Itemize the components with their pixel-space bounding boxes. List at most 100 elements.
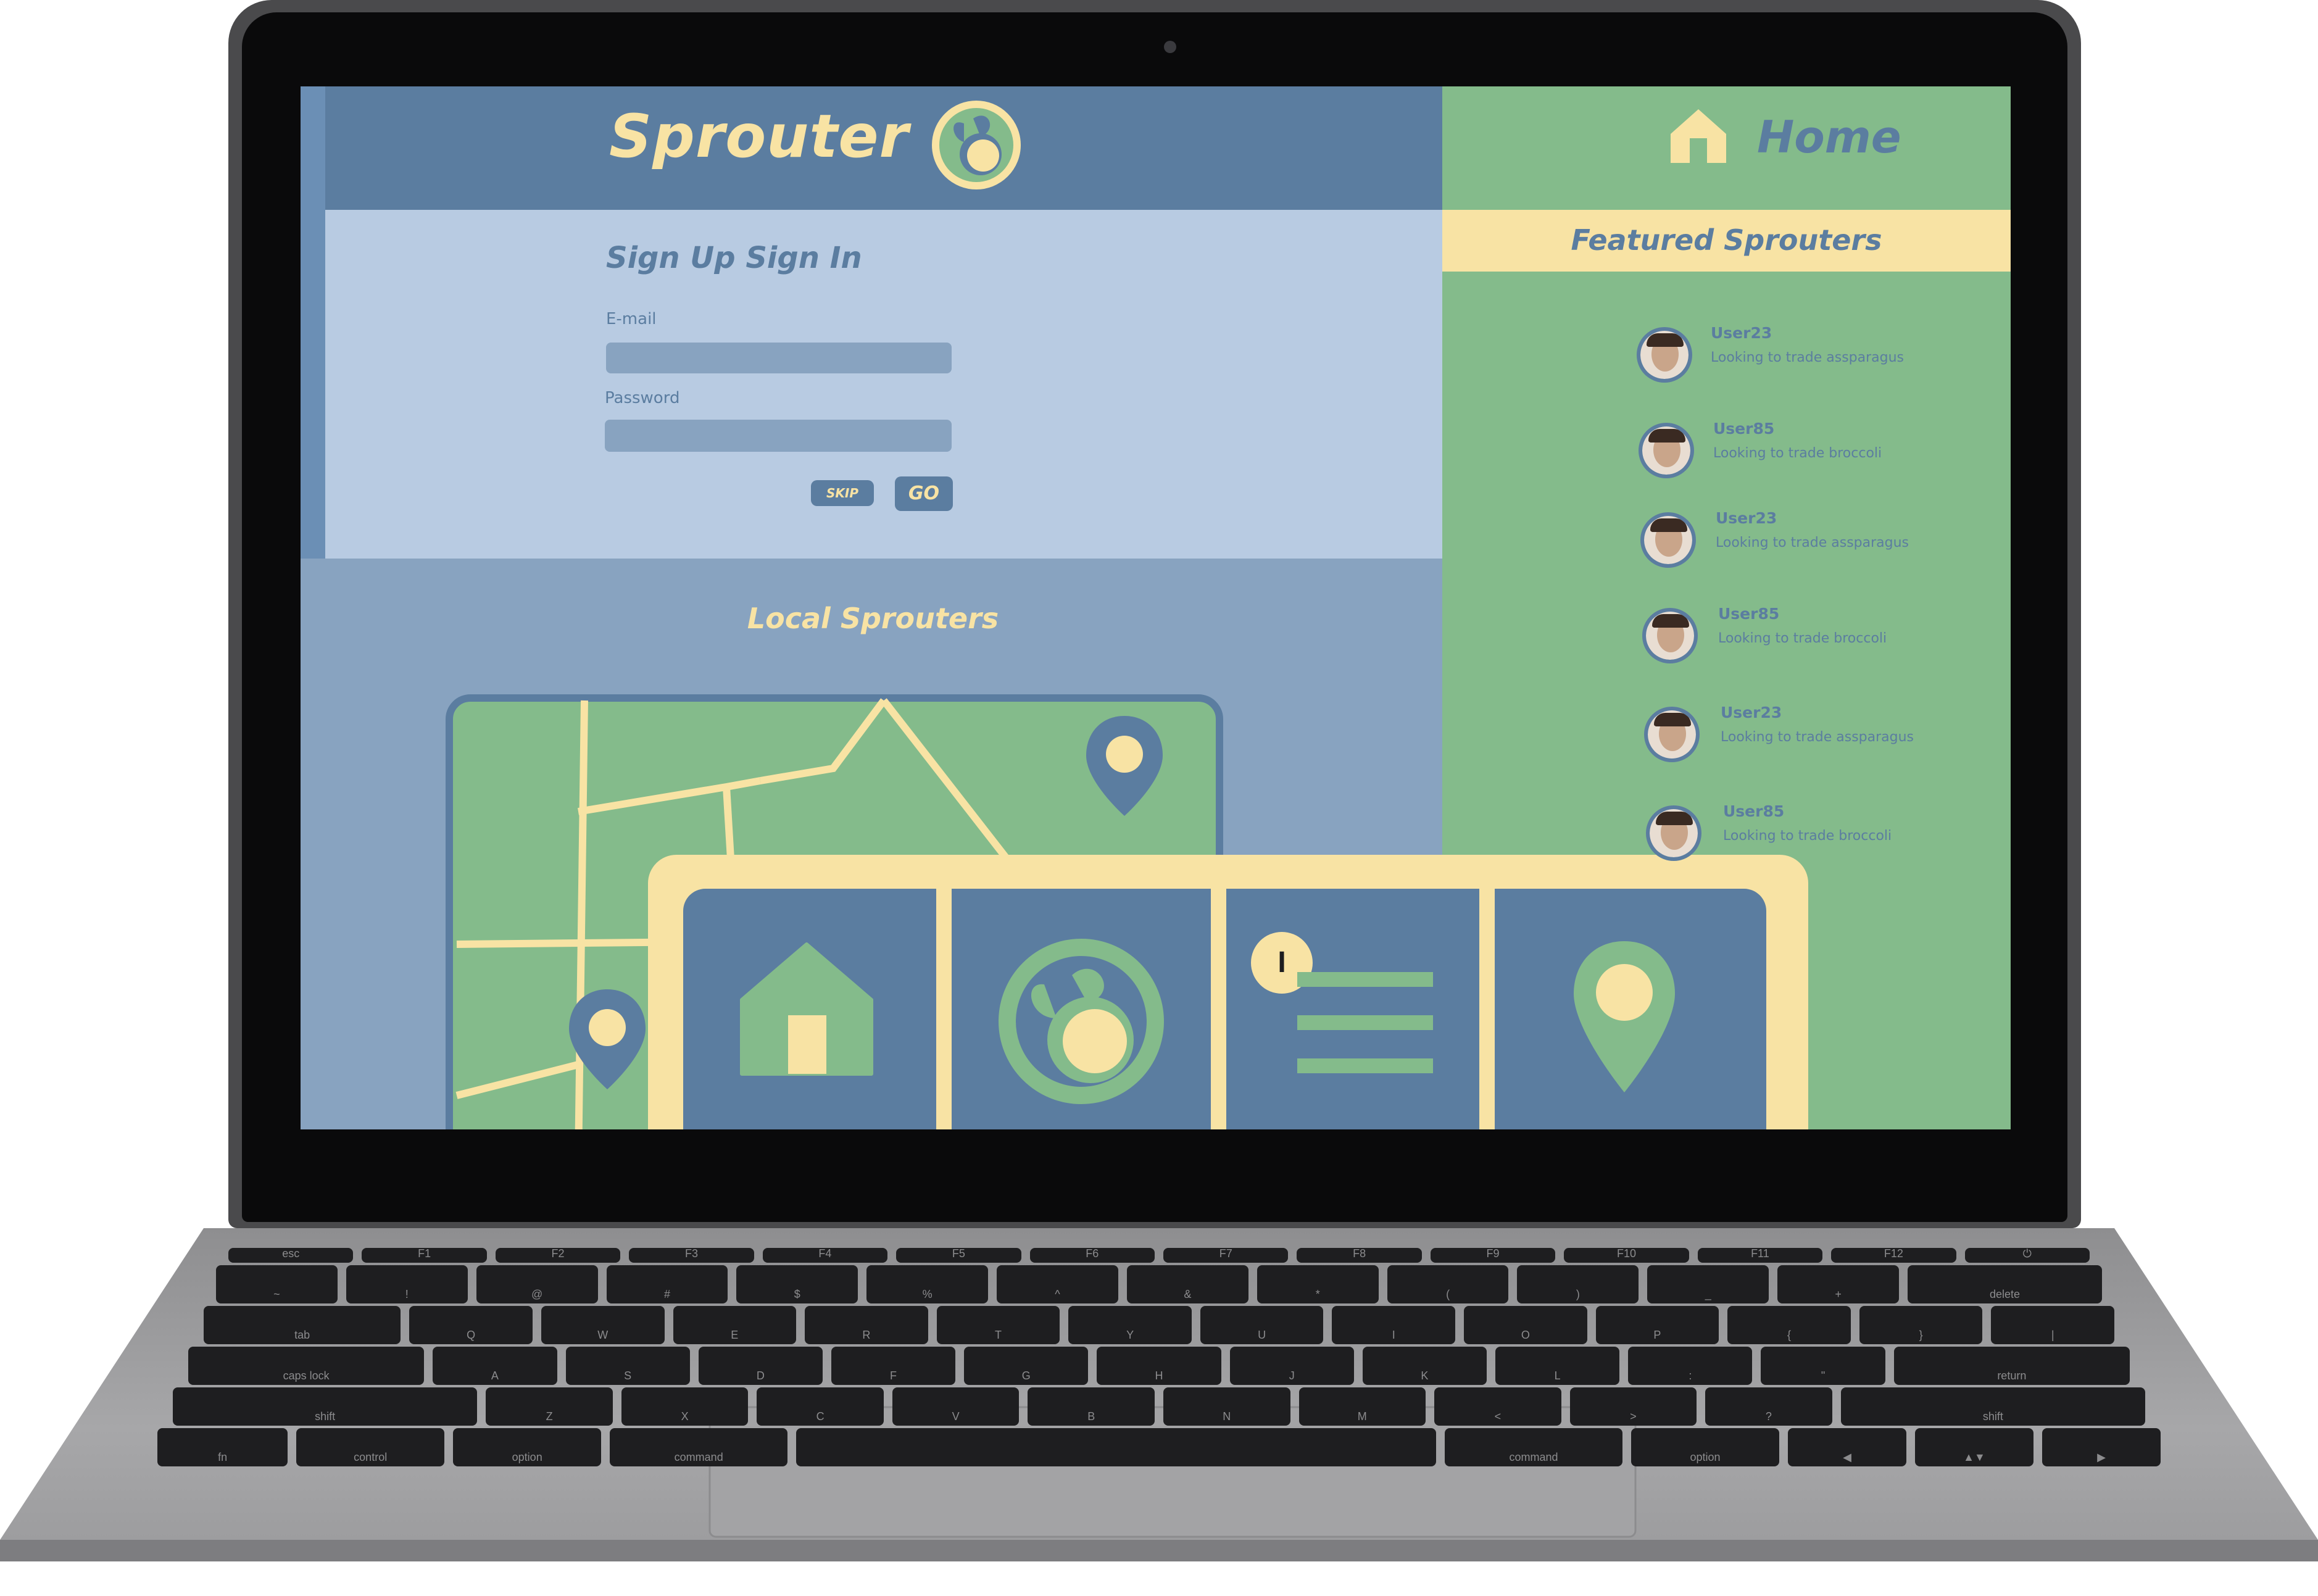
key[interactable]: F11 — [1697, 1247, 1823, 1263]
key[interactable]: caps lock — [188, 1347, 425, 1385]
go-button[interactable]: GO — [895, 476, 953, 511]
user-avatar[interactable] — [1639, 423, 1694, 478]
app-logo-text[interactable]: Sprouter — [609, 102, 909, 171]
key[interactable]: ~ — [216, 1265, 338, 1303]
key[interactable]: E — [673, 1306, 797, 1344]
key[interactable]: N — [1163, 1387, 1290, 1426]
user-name[interactable]: User85 — [1713, 420, 1774, 438]
key[interactable]: F9 — [1430, 1247, 1556, 1263]
key[interactable]: K — [1362, 1347, 1487, 1385]
key[interactable] — [796, 1428, 1436, 1466]
home-icon[interactable] — [1668, 106, 1729, 165]
nav-home-tile[interactable] — [683, 889, 936, 1129]
key[interactable]: > — [1569, 1387, 1697, 1426]
nav-location-tile[interactable] — [1495, 889, 1766, 1129]
key[interactable]: Y — [1068, 1306, 1192, 1344]
key[interactable]: Q — [409, 1306, 533, 1344]
key[interactable]: " — [1761, 1347, 1885, 1385]
key[interactable]: * — [1257, 1265, 1379, 1303]
user-name[interactable]: User23 — [1716, 509, 1777, 527]
sprout-logo-icon[interactable] — [930, 99, 1023, 191]
user-avatar[interactable] — [1642, 608, 1698, 663]
key[interactable]: F2 — [495, 1247, 621, 1263]
key[interactable]: R — [805, 1306, 928, 1344]
user-name[interactable]: User23 — [1721, 704, 1782, 721]
key[interactable]: option — [453, 1428, 602, 1466]
key[interactable]: ( — [1387, 1265, 1509, 1303]
key[interactable]: shift — [173, 1387, 478, 1426]
user-avatar[interactable] — [1640, 512, 1696, 568]
key[interactable]: D — [698, 1347, 823, 1385]
key[interactable]: J — [1229, 1347, 1354, 1385]
key[interactable]: F8 — [1297, 1247, 1422, 1263]
key[interactable]: ? — [1705, 1387, 1832, 1426]
key[interactable]: F1 — [362, 1247, 487, 1263]
key[interactable]: | — [1991, 1306, 2114, 1344]
user-name[interactable]: User23 — [1711, 324, 1772, 342]
key[interactable]: O — [1464, 1306, 1587, 1344]
key[interactable]: P — [1595, 1306, 1719, 1344]
user-name[interactable]: User85 — [1723, 802, 1784, 820]
key[interactable]: F12 — [1831, 1247, 1956, 1263]
key[interactable]: T — [936, 1306, 1060, 1344]
key[interactable]: ⏻ — [1964, 1247, 2090, 1263]
key[interactable]: $ — [736, 1265, 858, 1303]
key[interactable]: F3 — [629, 1247, 754, 1263]
nav-sprout-tile[interactable] — [952, 889, 1211, 1129]
key[interactable]: esc — [228, 1247, 354, 1263]
key[interactable]: % — [866, 1265, 989, 1303]
key[interactable]: V — [892, 1387, 1020, 1426]
key[interactable]: C — [757, 1387, 884, 1426]
key[interactable]: X — [621, 1387, 749, 1426]
key[interactable]: F6 — [1029, 1247, 1155, 1263]
nav-info-tile[interactable]: I — [1226, 889, 1479, 1129]
key[interactable]: @ — [476, 1265, 598, 1303]
key[interactable]: } — [1859, 1306, 1983, 1344]
key[interactable]: fn — [157, 1428, 288, 1466]
key[interactable]: { — [1727, 1306, 1851, 1344]
key[interactable]: delete — [1908, 1265, 2102, 1303]
key[interactable]: H — [1097, 1347, 1221, 1385]
key[interactable]: ^ — [997, 1265, 1118, 1303]
skip-button[interactable]: SKIP — [811, 480, 874, 506]
user-avatar[interactable] — [1646, 805, 1701, 861]
key[interactable]: tab — [204, 1306, 401, 1344]
key[interactable]: control — [296, 1428, 445, 1466]
key[interactable]: F7 — [1163, 1247, 1289, 1263]
key[interactable]: + — [1777, 1265, 1900, 1303]
key[interactable]: M — [1298, 1387, 1426, 1426]
key[interactable]: Z — [486, 1387, 613, 1426]
user-avatar[interactable] — [1637, 327, 1692, 383]
key[interactable]: option — [1631, 1428, 1779, 1466]
key[interactable]: ) — [1517, 1265, 1639, 1303]
key[interactable]: ▶ — [2042, 1428, 2161, 1466]
key[interactable]: B — [1028, 1387, 1155, 1426]
key[interactable]: F — [831, 1347, 956, 1385]
email-field[interactable] — [606, 343, 952, 373]
key[interactable]: G — [964, 1347, 1089, 1385]
key[interactable]: F10 — [1564, 1247, 1689, 1263]
key[interactable]: # — [606, 1265, 728, 1303]
user-name[interactable]: User85 — [1718, 605, 1779, 623]
key[interactable]: F5 — [896, 1247, 1021, 1263]
key[interactable]: command — [610, 1428, 788, 1466]
key[interactable]: return — [1893, 1347, 2130, 1385]
key[interactable]: < — [1434, 1387, 1561, 1426]
key[interactable]: L — [1495, 1347, 1620, 1385]
password-field[interactable] — [605, 420, 952, 452]
key[interactable]: shift — [1840, 1387, 2145, 1426]
key[interactable]: command — [1445, 1428, 1622, 1466]
user-avatar[interactable] — [1644, 707, 1700, 762]
key[interactable]: : — [1628, 1347, 1753, 1385]
key[interactable]: F4 — [762, 1247, 888, 1263]
key[interactable]: S — [565, 1347, 690, 1385]
key[interactable]: ◀ — [1788, 1428, 1906, 1466]
key[interactable]: _ — [1647, 1265, 1769, 1303]
key[interactable]: I — [1332, 1306, 1456, 1344]
key[interactable]: A — [433, 1347, 557, 1385]
key[interactable]: & — [1126, 1265, 1248, 1303]
key[interactable]: ▲▼ — [1915, 1428, 2033, 1466]
key[interactable]: W — [541, 1306, 665, 1344]
key[interactable]: U — [1200, 1306, 1324, 1344]
key[interactable]: ! — [346, 1265, 468, 1303]
